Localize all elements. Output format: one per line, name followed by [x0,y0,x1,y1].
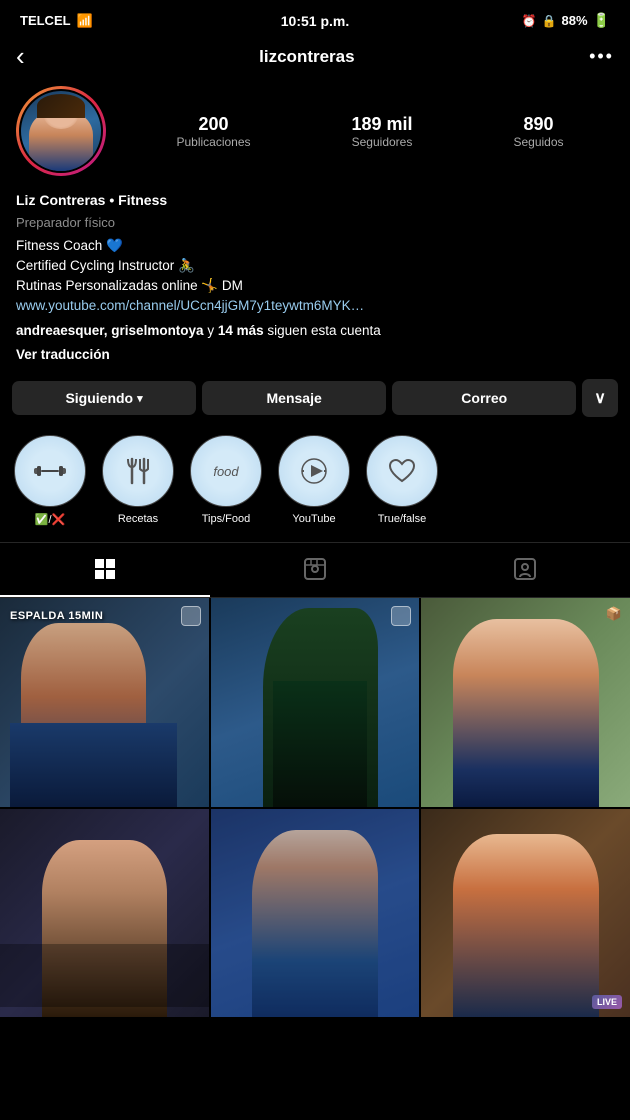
highlight-circle-4 [278,435,350,507]
stats-row: 200 Publicaciones 189 mil Seguidores 890… [126,114,614,149]
bio-line3: Rutinas Personalizadas online 🤸 DM [16,276,614,296]
chevron-down-icon: ▾ [137,392,143,405]
grid-item-6[interactable]: LIVE [421,809,630,1018]
posts-count: 200 [198,114,228,135]
stat-following[interactable]: 890 Seguidos [513,114,563,149]
highlight-label-5: True/false [378,513,427,525]
grid-icon [93,557,117,581]
food-text-icon: food [213,464,238,479]
grid-item-2[interactable] [211,598,420,807]
posts-label: Publicaciones [176,135,250,149]
status-right: ⏰ 🔒 88% 🔋 [522,12,610,29]
mention-count: 14 más [218,323,264,338]
highlight-item-3[interactable]: food Tips/Food [190,435,262,526]
status-bar: TELCEL 📶 10:51 p.m. ⏰ 🔒 88% 🔋 [0,0,630,35]
highlight-circle-2 [102,435,174,507]
highlight-label-1: ✅/❌ [35,513,65,526]
highlight-label-4: YouTube [292,513,335,525]
correo-button[interactable]: Correo [392,381,576,415]
bio-name: Liz Contreras • Fitness [16,190,614,211]
bio-followers-mention: andreaesquer, griselmontoya y 14 más sig… [16,321,614,341]
tagged-icon [513,557,537,581]
bio-category: Preparador físico [16,213,614,233]
status-time: 10:51 p.m. [281,13,349,29]
more-options-button[interactable]: ∨ [582,379,618,417]
carrier-label: TELCEL [20,13,71,28]
battery-label: 88% [562,13,588,28]
bio-line1: Fitness Coach 💙 [16,236,614,256]
tab-tagged[interactable] [420,543,630,597]
followers-label: Seguidores [352,135,413,149]
highlight-circle-5 [366,435,438,507]
photo-badge-2 [391,606,411,626]
wifi-icon: 📶 [77,13,93,29]
highlight-label-3: Tips/Food [202,513,251,525]
bio-link[interactable]: www.youtube.com/channel/UCcn4jjGM7y1teyw… [16,296,614,316]
tab-reels[interactable] [210,543,420,597]
highlight-item-5[interactable]: True/false [366,435,438,526]
profile-header: ‹ lizcontreras ••• [0,35,630,82]
following-count: 890 [523,114,553,135]
avatar [21,91,101,171]
header-username: lizcontreras [259,47,354,67]
tab-bar [0,542,630,598]
dumbbell-icon [32,453,68,489]
lock-icon: 🔒 [542,14,557,28]
play-icon [296,453,332,489]
photo-badge-1 [181,606,201,626]
bio-section: Liz Contreras • Fitness Preparador físic… [0,188,630,375]
photo-grid: ESPALDA 15MIN 📦 LIVE [0,598,630,1017]
highlight-circle-3: food [190,435,262,507]
back-button[interactable]: ‹ [16,41,25,72]
mensaje-button[interactable]: Mensaje [202,381,386,415]
grid-item-1[interactable]: ESPALDA 15MIN [0,598,209,807]
avatar-container[interactable] [16,86,106,176]
followers-count: 189 mil [351,114,412,135]
more-button[interactable]: ••• [589,46,614,67]
highlight-circle-1 [14,435,86,507]
highlight-item-4[interactable]: YouTube [278,435,350,526]
highlight-item-2[interactable]: Recetas [102,435,174,526]
status-left: TELCEL 📶 [20,13,93,29]
fork-knife-icon [120,453,156,489]
following-label: Seguidos [513,135,563,149]
action-buttons-row: Siguiendo ▾ Mensaje Correo ∨ [0,375,630,431]
highlights-row: ✅/❌ Recetas food Tips/Food [0,431,630,542]
tab-grid[interactable] [0,543,210,597]
live-badge: LIVE [592,995,622,1009]
alarm-icon: ⏰ [522,14,537,28]
heart-icon [384,453,420,489]
stat-followers[interactable]: 189 mil Seguidores [351,114,412,149]
grid-item-5[interactable] [211,809,420,1018]
bio-translate[interactable]: Ver traducción [16,345,614,365]
mention-bold: andreaesquer, griselmontoya [16,323,204,338]
photo-caption-1: ESPALDA 15MIN [10,610,103,622]
stat-posts[interactable]: 200 Publicaciones [176,114,250,149]
bio-line2: Certified Cycling Instructor 🚴 [16,256,614,276]
reels-icon [303,557,327,581]
grid-item-4[interactable] [0,809,209,1018]
highlight-label-2: Recetas [118,513,158,525]
battery-icon: 🔋 [593,12,610,29]
profile-info-row: 200 Publicaciones 189 mil Seguidores 890… [0,82,630,188]
highlight-item-1[interactable]: ✅/❌ [14,435,86,526]
siguiendo-button[interactable]: Siguiendo ▾ [12,381,196,415]
grid-item-3[interactable]: 📦 [421,598,630,807]
